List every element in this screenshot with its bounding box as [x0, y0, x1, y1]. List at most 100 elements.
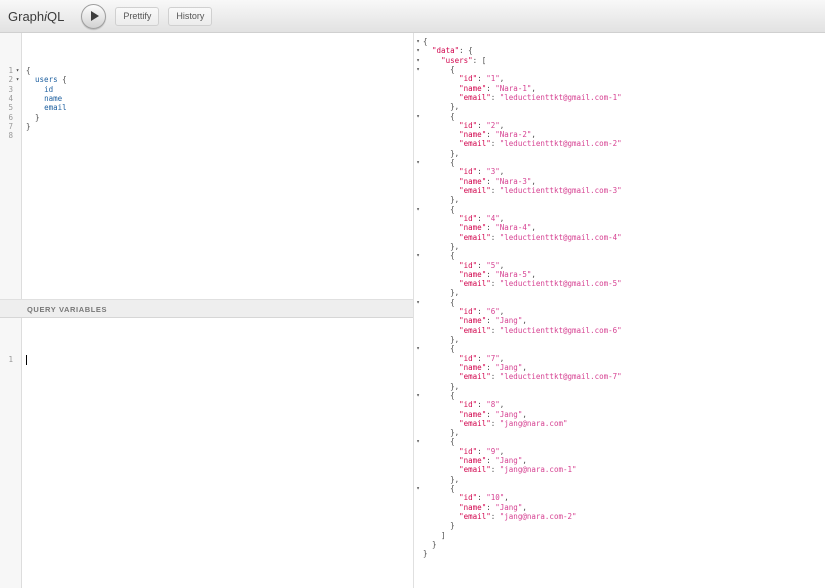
result-line: "email": "leductienttkt@gmail.com-4" [414, 233, 825, 242]
query-line-code: id [26, 85, 53, 94]
code-token: "Nara-3" [495, 176, 532, 186]
fold-arrow-icon[interactable]: ▾ [13, 66, 22, 75]
fold-arrow-icon[interactable]: ▾ [414, 65, 421, 74]
result-line-code: "id": "6", [423, 307, 504, 316]
result-line-code: "id": "5", [423, 261, 504, 270]
fold-arrow-icon[interactable]: ▾ [414, 56, 421, 65]
result-line: "email": "jang@nara.com" [414, 419, 825, 428]
fold-arrow-icon[interactable]: ▾ [414, 251, 421, 260]
fold-gutter-spacer [414, 121, 421, 130]
code-token: , [522, 502, 527, 512]
result-line: ▾ { [414, 298, 825, 307]
code-token: "3" [486, 167, 500, 177]
result-line: "email": "leductienttkt@gmail.com-5" [414, 279, 825, 288]
fold-arrow-icon[interactable]: ▾ [414, 437, 421, 446]
code-token: : [477, 167, 487, 177]
code-token: "leductienttkt@gmail.com-3" [499, 186, 622, 195]
variables-editor[interactable]: 1 [0, 318, 413, 588]
result-line-code: }, [423, 195, 459, 204]
result-line: "email": "leductienttkt@gmail.com-6" [414, 326, 825, 335]
result-line: "id": "3", [414, 167, 825, 176]
fold-arrow-icon[interactable]: ▾ [414, 298, 421, 307]
code-token: : [477, 74, 487, 84]
code-token: : [477, 400, 487, 410]
code-token: "8" [486, 400, 500, 410]
result-line-code: "email": "jang@nara.com" [423, 418, 567, 428]
fold-arrow-icon[interactable]: ▾ [414, 37, 421, 46]
code-token: : [477, 120, 487, 130]
result-line-code: "id": "3", [423, 167, 504, 176]
execute-query-button[interactable] [81, 3, 107, 29]
result-line-code: { [423, 158, 455, 167]
result-viewer[interactable]: ▾{▾ "data": {▾ "users": [▾ { "id": "1", … [414, 33, 825, 588]
fold-gutter-spacer [414, 288, 421, 297]
code-token: { [57, 75, 67, 85]
result-line: "email": "leductienttkt@gmail.com-2" [414, 139, 825, 148]
code-token: "7" [486, 353, 500, 363]
fold-arrow-icon[interactable]: ▾ [414, 205, 421, 214]
code-token: "name" [459, 176, 487, 186]
result-line: "id": "6", [414, 307, 825, 316]
code-token: : [477, 353, 487, 363]
result-line-code: "id": "10", [423, 493, 509, 502]
code-token: : [490, 186, 500, 195]
result-line-code: "name": "Nara-3", [423, 177, 536, 186]
result-line-code: "name": "Jang", [423, 503, 527, 512]
fold-gutter-spacer [414, 195, 421, 204]
result-line: "id": "10", [414, 493, 825, 502]
code-token: }, [423, 428, 460, 438]
code-token: "id" [459, 400, 478, 410]
code-token: } [423, 539, 437, 549]
code-token: , [499, 120, 505, 130]
result-line-code: "email": "leductienttkt@gmail.com-3" [423, 186, 622, 195]
fold-gutter-spacer [414, 102, 421, 111]
code-token: "id" [459, 353, 478, 363]
result-line-code: }, [423, 102, 459, 111]
code-token: "6" [486, 307, 500, 317]
fold-gutter-spacer [414, 223, 421, 232]
result-line-code: "email": "leductienttkt@gmail.com-6" [423, 326, 622, 335]
code-token: { [423, 64, 455, 74]
fold-gutter-spacer [414, 130, 421, 139]
fold-arrow-icon[interactable]: ▾ [414, 112, 421, 121]
fold-arrow-icon[interactable]: ▾ [414, 158, 421, 167]
result-line: "id": "9", [414, 447, 825, 456]
fold-gutter-spacer [414, 74, 421, 83]
fold-gutter-spacer [414, 428, 421, 437]
query-variables-header[interactable]: QUERY VARIABLES [0, 299, 413, 318]
code-token: : [ [472, 55, 487, 65]
fold-arrow-icon[interactable]: ▾ [13, 75, 22, 84]
line-number: 5 [8, 103, 13, 113]
fold-gutter-spacer [13, 85, 22, 94]
code-token: : [477, 307, 487, 317]
code-token: { [423, 111, 455, 121]
result-line: "email": "leductienttkt@gmail.com-3" [414, 186, 825, 195]
fold-gutter-spacer [414, 307, 421, 316]
prettify-button[interactable]: Prettify [115, 6, 160, 26]
result-line-code: }, [423, 335, 459, 344]
code-token: , [499, 213, 505, 223]
code-token: "Jang" [495, 502, 523, 512]
result-line-code: "data": { [423, 46, 473, 55]
result-line-code: } [423, 540, 437, 549]
fold-arrow-icon[interactable]: ▾ [414, 46, 421, 55]
fold-arrow-icon[interactable]: ▾ [414, 344, 421, 353]
code-token: "name" [459, 409, 487, 419]
history-button[interactable]: History [168, 6, 213, 26]
code-token: "email" [459, 418, 491, 428]
fold-arrow-icon[interactable]: ▾ [414, 391, 421, 400]
query-editor[interactable]: 1 ▾{2 ▾ users {3 id 4 name 5 email 6 } 7} 8 [0, 33, 413, 299]
code-token: : [486, 176, 496, 186]
code-token: { [423, 484, 455, 493]
fold-arrow-icon[interactable]: ▾ [414, 484, 421, 493]
result-line-code: "id": "8", [423, 400, 504, 409]
code-token: : [477, 213, 487, 223]
result-line-code: { [423, 484, 455, 493]
result-line-code: "id": "9", [423, 447, 504, 456]
